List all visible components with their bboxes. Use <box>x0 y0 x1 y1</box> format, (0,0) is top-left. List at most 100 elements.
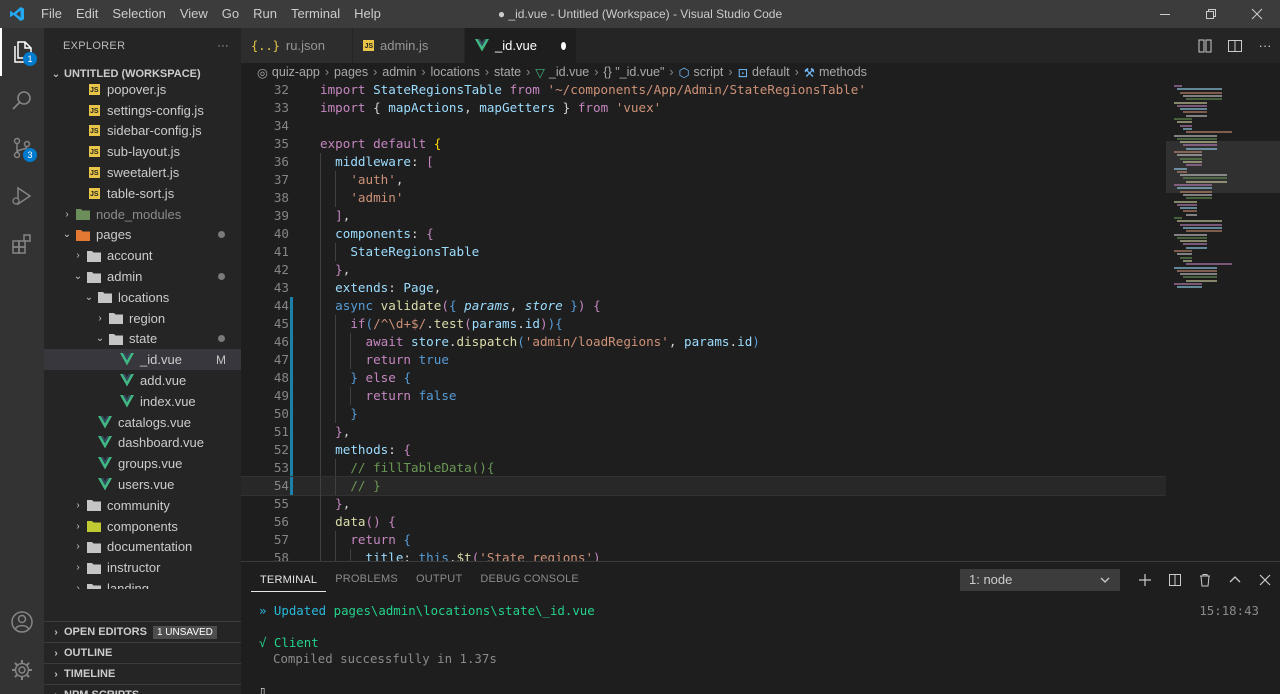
breadcrumb-item[interactable]: admin <box>382 65 416 79</box>
minimize-icon[interactable] <box>1142 0 1188 28</box>
menu-go[interactable]: Go <box>215 0 246 28</box>
code-line[interactable]: 37 'auth', <box>241 171 1166 189</box>
code-line[interactable]: 44 async validate({ params, store }) { <box>241 297 1166 315</box>
code-line[interactable]: 51 }, <box>241 423 1166 441</box>
terminal-select[interactable]: 1: node <box>960 568 1120 591</box>
code-line[interactable]: 41 StateRegionsTable <box>241 243 1166 261</box>
code-line[interactable]: 55 }, <box>241 495 1166 513</box>
tree-folder[interactable]: ⌄ locations <box>44 287 241 308</box>
code-line[interactable]: 35 export default { <box>241 135 1166 153</box>
breadcrumb-item[interactable]: locations <box>431 65 480 79</box>
tree-file[interactable]: add.vue <box>44 370 241 391</box>
code-line[interactable]: 42 }, <box>241 261 1166 279</box>
code-line[interactable]: 54 // } <box>241 476 1166 496</box>
section-outline[interactable]: › OUTLINE <box>44 642 241 663</box>
tree-file[interactable]: _id.vue M <box>44 349 241 371</box>
breadcrumb-item[interactable]: pages <box>334 65 368 79</box>
code-line[interactable]: 57 return { <box>241 531 1166 549</box>
code-line[interactable]: 40 components: { <box>241 225 1166 243</box>
code-line[interactable]: 58 title: this.$t('State regions') <box>241 549 1166 561</box>
minimap[interactable] <box>1166 81 1280 561</box>
tree-folder[interactable]: › region <box>44 308 241 329</box>
panel-tab-output[interactable]: OUTPUT <box>407 562 471 597</box>
breadcrumb-item[interactable]: {} "_id.vue" <box>603 65 664 79</box>
maximize-panel-icon[interactable] <box>1220 573 1250 587</box>
breadcrumb-item[interactable]: methods <box>819 65 867 79</box>
search-activity[interactable] <box>0 76 44 124</box>
section-npm-scripts[interactable]: ›NPM SCRIPTS <box>44 684 241 694</box>
code-line[interactable]: 56 data() { <box>241 513 1166 531</box>
code-line[interactable]: 47 return true <box>241 351 1166 369</box>
tree-folder[interactable]: › community <box>44 495 241 516</box>
source-control-activity[interactable]: 3 <box>0 124 44 172</box>
code-line[interactable]: 46 await store.dispatch('admin/loadRegio… <box>241 333 1166 351</box>
code-line[interactable]: 53 // fillTableData(){ <box>241 459 1166 477</box>
menu-run[interactable]: Run <box>246 0 284 28</box>
extensions-activity[interactable] <box>0 220 44 268</box>
tree-file[interactable]: catalogs.vue <box>44 412 241 433</box>
section-open-editors[interactable]: › OPEN EDITORS 1 UNSAVED <box>44 621 241 642</box>
run-debug-activity[interactable] <box>0 172 44 220</box>
menu-edit[interactable]: Edit <box>69 0 105 28</box>
panel-tab-problems[interactable]: PROBLEMS <box>326 562 407 597</box>
split-editor-icon[interactable] <box>1220 38 1250 54</box>
tree-file[interactable]: index.vue <box>44 391 241 412</box>
panel-tab-debug-console[interactable]: DEBUG CONSOLE <box>471 562 588 597</box>
breadcrumb-item[interactable]: default <box>752 65 790 79</box>
close-icon[interactable] <box>1234 0 1280 28</box>
breadcrumb-item[interactable]: script <box>694 65 724 79</box>
close-panel-icon[interactable] <box>1250 573 1280 587</box>
code-editor[interactable]: 32 import StateRegionsTable from '~/compo… <box>241 81 1166 561</box>
code-line[interactable]: 34 <box>241 117 1166 135</box>
new-terminal-icon[interactable] <box>1130 573 1160 587</box>
code-line[interactable]: 33 import { mapActions, mapGetters } from… <box>241 99 1166 117</box>
breadcrumb-item[interactable]: quiz-app <box>272 65 320 79</box>
code-line[interactable]: 52 methods: { <box>241 441 1166 459</box>
code-line[interactable]: 43 extends: Page, <box>241 279 1166 297</box>
code-line[interactable]: 45 if(/^\d+$/.test(params.id)){ <box>241 315 1166 333</box>
code-line[interactable]: 32 import StateRegionsTable from '~/compo… <box>241 81 1166 99</box>
tree-file[interactable]: JS settings-config.js <box>44 100 241 121</box>
more-actions-icon[interactable]: ··· <box>217 40 229 52</box>
restore-icon[interactable] <box>1188 0 1234 28</box>
breadcrumb-item[interactable]: state <box>494 65 521 79</box>
tree-file[interactable]: JS popover.js <box>44 79 241 100</box>
tree-folder[interactable]: › node_modules <box>44 204 241 225</box>
menu-terminal[interactable]: Terminal <box>284 0 347 28</box>
manage-activity[interactable] <box>0 646 44 694</box>
breadcrumb-item[interactable]: _id.vue <box>549 65 589 79</box>
tree-file[interactable]: groups.vue <box>44 453 241 474</box>
tree-file[interactable]: JS table-sort.js <box>44 183 241 204</box>
tree-folder[interactable]: ⌄ state <box>44 329 241 350</box>
tree-file[interactable]: JS sub-layout.js <box>44 141 241 162</box>
section-timeline[interactable]: › TIMELINE <box>44 663 241 684</box>
tree-file[interactable]: dashboard.vue <box>44 433 241 454</box>
menu-view[interactable]: View <box>173 0 215 28</box>
tree-folder[interactable]: › documentation <box>44 537 241 558</box>
split-terminal-icon[interactable] <box>1160 573 1190 587</box>
code-line[interactable]: 36 middleware: [ <box>241 153 1166 171</box>
unsaved-dot-icon[interactable] <box>560 41 566 50</box>
more-editor-actions-icon[interactable]: ··· <box>1250 38 1280 53</box>
tree-folder[interactable]: › landing <box>44 578 241 589</box>
tab-id-vue[interactable]: _id.vue <box>465 28 577 63</box>
code-line[interactable]: 50 } <box>241 405 1166 423</box>
trash-icon[interactable] <box>1190 573 1220 587</box>
tab-admin-js[interactable]: JS admin.js <box>353 28 465 63</box>
code-line[interactable]: 38 'admin' <box>241 189 1166 207</box>
compare-changes-icon[interactable] <box>1190 38 1220 54</box>
menu-help[interactable]: Help <box>347 0 388 28</box>
explorer-activity[interactable]: 1 <box>0 28 44 76</box>
tree-file[interactable]: JS sweetalert.js <box>44 162 241 183</box>
code-line[interactable]: 49 return false <box>241 387 1166 405</box>
tree-folder[interactable]: ⌄ pages <box>44 225 241 246</box>
tab-ru-json[interactable]: {..} ru.json <box>241 28 353 63</box>
tree-folder[interactable]: ⌄ admin <box>44 266 241 287</box>
tree-folder[interactable]: › components <box>44 516 241 537</box>
tree-file[interactable]: users.vue <box>44 474 241 495</box>
menu-file[interactable]: File <box>34 0 69 28</box>
terminal-output[interactable]: » Updated pages\admin\locations\state\_i… <box>241 603 1280 694</box>
panel-tab-terminal[interactable]: TERMINAL <box>251 568 327 592</box>
code-line[interactable]: 48 } else { <box>241 369 1166 387</box>
tree-folder[interactable]: › account <box>44 245 241 266</box>
